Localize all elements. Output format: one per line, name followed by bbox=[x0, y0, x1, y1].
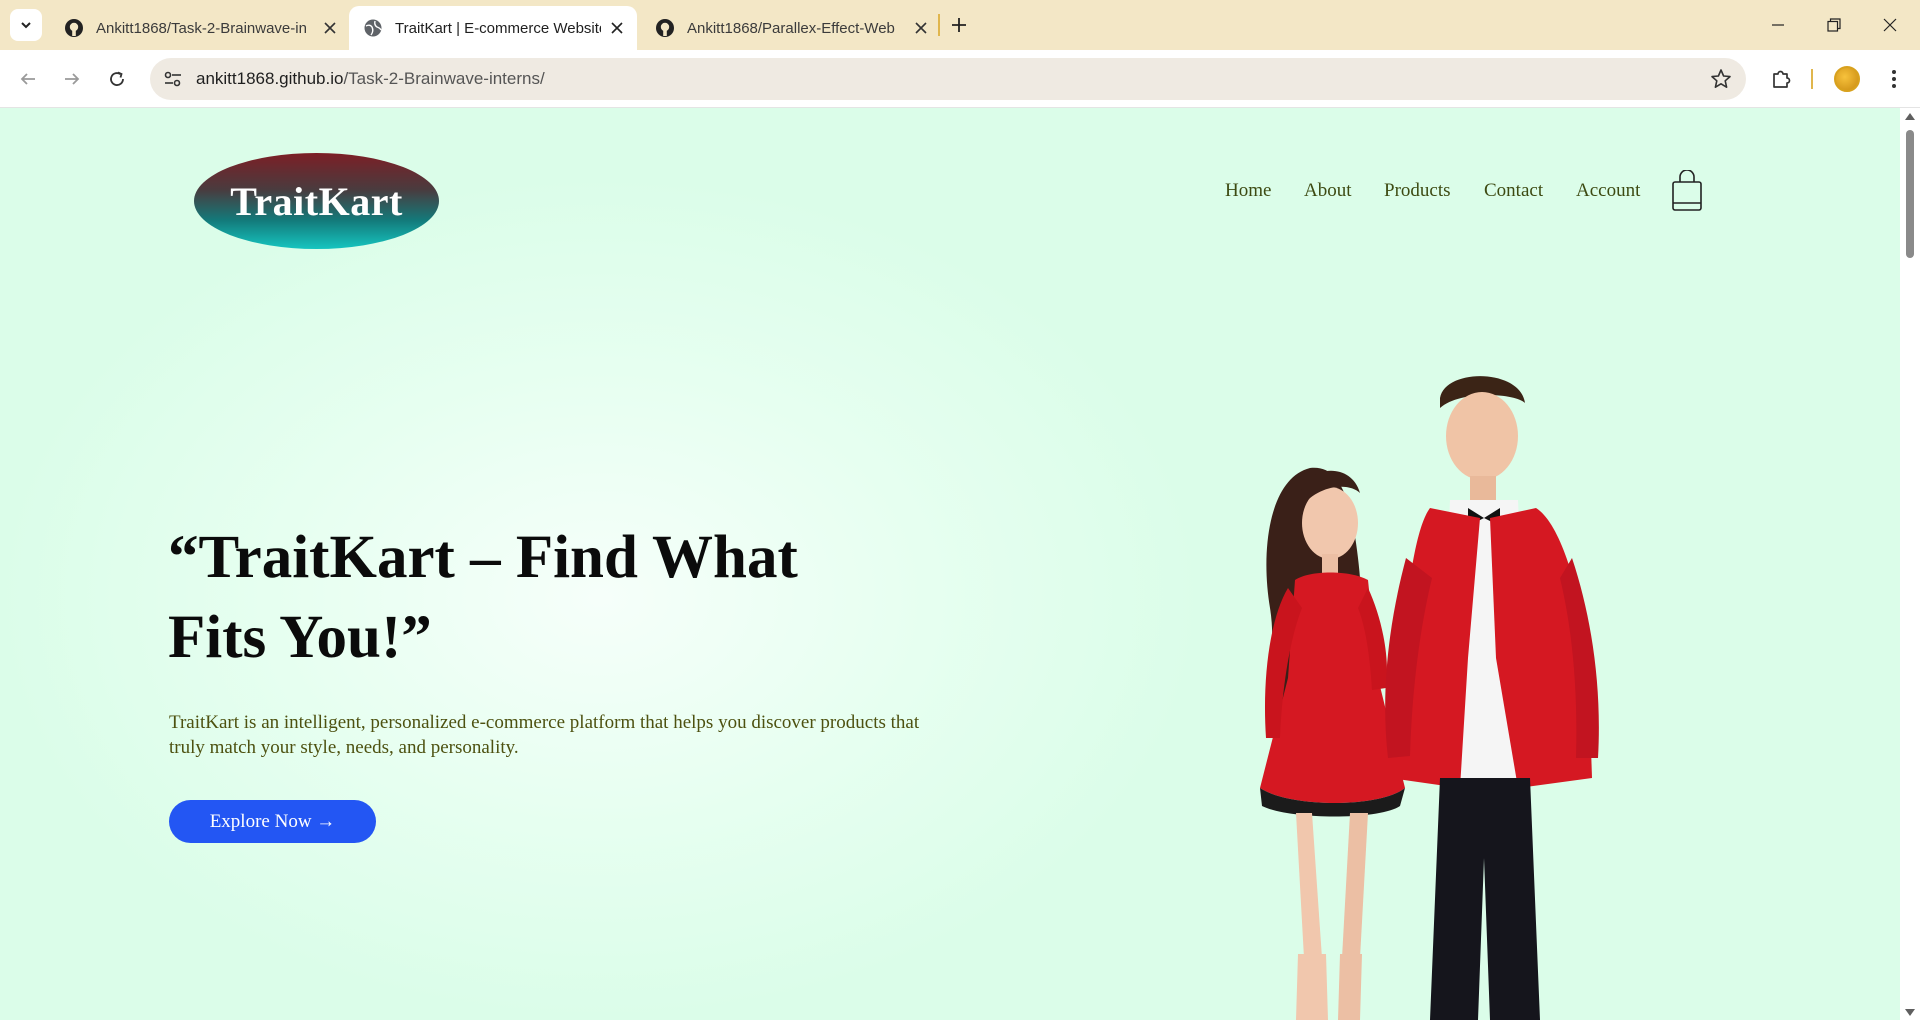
bookmark-star-icon[interactable] bbox=[1710, 68, 1732, 90]
github-icon bbox=[65, 19, 83, 37]
scroll-down-arrow-icon[interactable] bbox=[1905, 1009, 1915, 1016]
man-figure bbox=[1385, 376, 1599, 1020]
tab-parallax-repo[interactable]: Ankitt1868/Parallex-Effect-Web bbox=[641, 6, 931, 50]
profile-avatar[interactable] bbox=[1834, 66, 1860, 92]
site-info-icon[interactable] bbox=[162, 68, 184, 90]
close-icon bbox=[324, 22, 336, 34]
nav-account[interactable]: Account bbox=[1576, 180, 1640, 210]
hero-title-line1: “TraitKart – Find What bbox=[168, 524, 798, 591]
page-scrollbar[interactable] bbox=[1900, 108, 1920, 1020]
tab-traitkart[interactable]: TraitKart | E-commerce Website bbox=[349, 6, 637, 50]
hero-couple-image bbox=[1260, 376, 1599, 1020]
close-window-button[interactable] bbox=[1862, 0, 1918, 50]
new-tab-button[interactable] bbox=[945, 11, 973, 39]
browser-toolbar: ankitt1868.github.io/Task-2-Brainwave-in… bbox=[0, 50, 1920, 108]
forward-button[interactable] bbox=[56, 63, 88, 95]
arrow-right-icon bbox=[65, 73, 80, 85]
close-icon bbox=[611, 22, 623, 34]
more-vertical-icon bbox=[1892, 70, 1896, 88]
tab-task2-repo[interactable]: Ankitt1868/Task-2-Brainwave-in bbox=[50, 6, 340, 50]
globe-icon bbox=[364, 19, 382, 37]
tab-title: Ankitt1868/Parallex-Effect-Web bbox=[687, 19, 895, 37]
hero-title: “TraitKart – Find What Fits You!” bbox=[168, 518, 888, 678]
logo-text: TraitKart bbox=[230, 178, 403, 224]
restore-button[interactable] bbox=[1806, 0, 1862, 50]
nav-about[interactable]: About bbox=[1304, 180, 1352, 210]
chevron-down-icon bbox=[21, 22, 31, 29]
extensions-button[interactable] bbox=[1767, 65, 1795, 93]
hero-title-line2: Fits You!” bbox=[168, 604, 432, 671]
puzzle-icon bbox=[1773, 70, 1791, 88]
scrollbar-thumb[interactable] bbox=[1906, 130, 1914, 258]
minimize-button[interactable] bbox=[1750, 0, 1806, 50]
nav-contact[interactable]: Contact bbox=[1484, 180, 1543, 210]
scroll-up-arrow-icon[interactable] bbox=[1905, 113, 1915, 120]
tab-strip: Ankitt1868/Task-2-Brainwave-in TraitKart… bbox=[0, 0, 1920, 50]
tab-close-button[interactable] bbox=[911, 18, 931, 38]
tab-search-button[interactable] bbox=[10, 9, 42, 41]
arrow-left-icon bbox=[20, 73, 35, 85]
page-viewport: TraitKart Home About Products Contact Ac… bbox=[0, 108, 1900, 1020]
minimize-icon bbox=[1772, 24, 1784, 26]
explore-now-button[interactable]: Explore Now → bbox=[169, 800, 376, 843]
toolbar-separator bbox=[1811, 69, 1813, 89]
shopping-bag-icon[interactable] bbox=[1670, 170, 1704, 212]
tab-separator bbox=[938, 14, 940, 36]
url-host: ankitt1868.github.io bbox=[196, 69, 344, 88]
tab-close-button[interactable] bbox=[607, 18, 627, 38]
nav-products[interactable]: Products bbox=[1384, 180, 1451, 210]
site-logo[interactable]: TraitKart bbox=[194, 153, 439, 249]
close-icon bbox=[915, 22, 927, 34]
browser-menu-button[interactable] bbox=[1880, 65, 1908, 93]
close-icon bbox=[1883, 18, 1897, 32]
tab-title: TraitKart | E-commerce Website bbox=[395, 19, 601, 37]
back-button[interactable] bbox=[12, 63, 44, 95]
github-icon bbox=[656, 19, 674, 37]
url-path: /Task-2-Brainwave-interns/ bbox=[343, 69, 545, 88]
plus-icon bbox=[952, 18, 966, 32]
restore-icon bbox=[1827, 18, 1841, 32]
url-text: ankitt1868.github.io/Task-2-Brainwave-in… bbox=[196, 69, 545, 89]
reload-icon bbox=[110, 71, 124, 86]
reload-button[interactable] bbox=[101, 63, 133, 95]
woman-figure bbox=[1260, 467, 1405, 1020]
hero-description: TraitKart is an intelligent, personalize… bbox=[169, 712, 920, 758]
tab-close-button[interactable] bbox=[320, 18, 340, 38]
address-bar[interactable]: ankitt1868.github.io/Task-2-Brainwave-in… bbox=[150, 58, 1746, 100]
tab-title: Ankitt1868/Task-2-Brainwave-in bbox=[96, 19, 307, 37]
nav-home[interactable]: Home bbox=[1225, 180, 1271, 210]
